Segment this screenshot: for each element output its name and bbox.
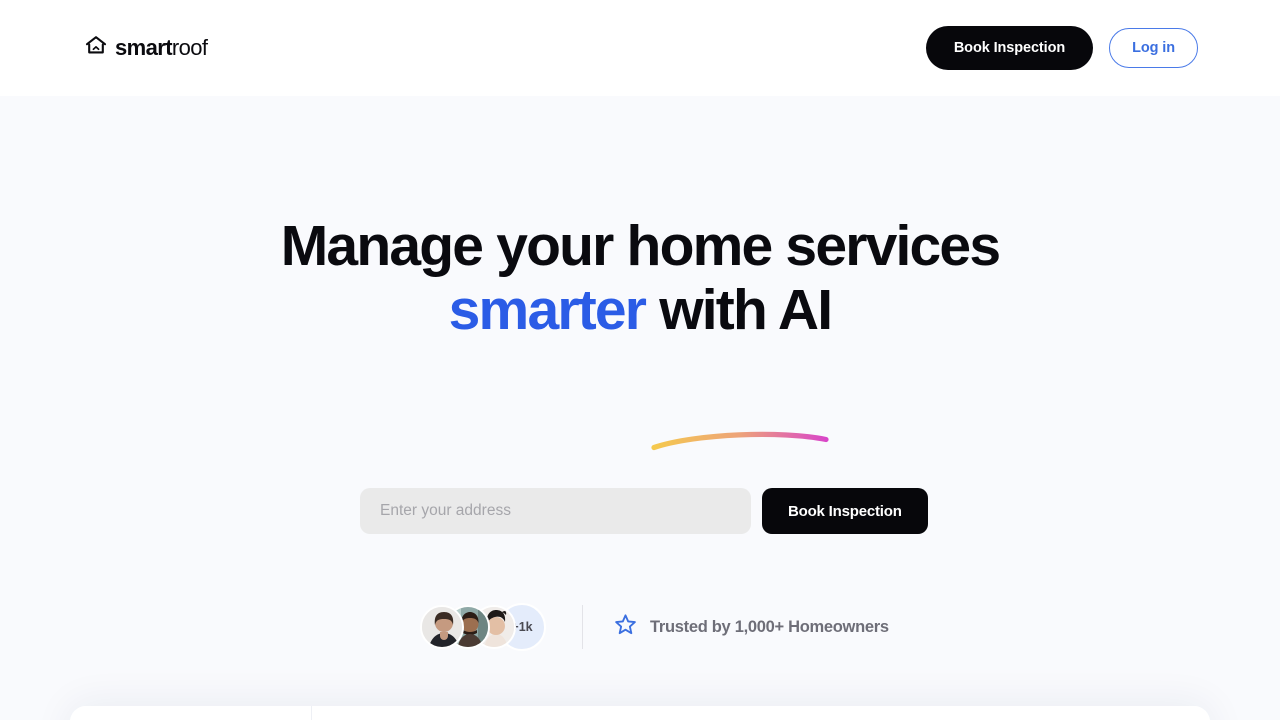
social-divider (582, 605, 583, 649)
avatar-group: +1k (420, 602, 546, 652)
social-proof: +1k Trusted by 1,000+ Homeowners (420, 602, 889, 652)
page-title: Manage your home services smarter with A… (0, 214, 1280, 342)
site-header: smart roof Book Inspection Log in (0, 0, 1280, 96)
house-logo-icon (84, 34, 108, 62)
book-inspection-button-hero[interactable]: Book Inspection (762, 488, 928, 534)
headline-line-2-rest: with AI (645, 278, 833, 342)
address-input[interactable] (360, 488, 751, 534)
header-actions: Book Inspection Log in (925, 26, 1198, 70)
dashboard-preview-card: smartroof (70, 706, 1210, 720)
login-button[interactable]: Log in (1109, 28, 1198, 68)
headline-accent: smarter (448, 278, 647, 342)
dashboard-main: ⛅ Good Afternoon, Sand 8404 Pool View Ct… (312, 706, 1210, 720)
headline-line-1: Manage your home services (280, 214, 1001, 278)
brand-logo-strong: smart (115, 35, 173, 60)
brand-logo-light: roof (171, 35, 208, 60)
underline-swoosh-icon (650, 427, 840, 453)
star-outline-icon (613, 612, 638, 642)
trust-badge: Trusted by 1,000+ Homeowners (613, 612, 889, 642)
landing-page: smart roof Book Inspection Log in Manage … (0, 0, 1280, 720)
avatar (420, 605, 464, 649)
dashboard-sidebar: smartroof (70, 706, 312, 720)
hero-section: Manage your home services smarter with A… (0, 96, 1280, 720)
book-inspection-button-header[interactable]: Book Inspection (925, 26, 1094, 70)
trust-label: Trusted by 1,000+ Homeowners (650, 617, 889, 636)
address-search-row: Book Inspection (360, 488, 928, 534)
brand-logo[interactable]: smart roof (84, 34, 208, 62)
